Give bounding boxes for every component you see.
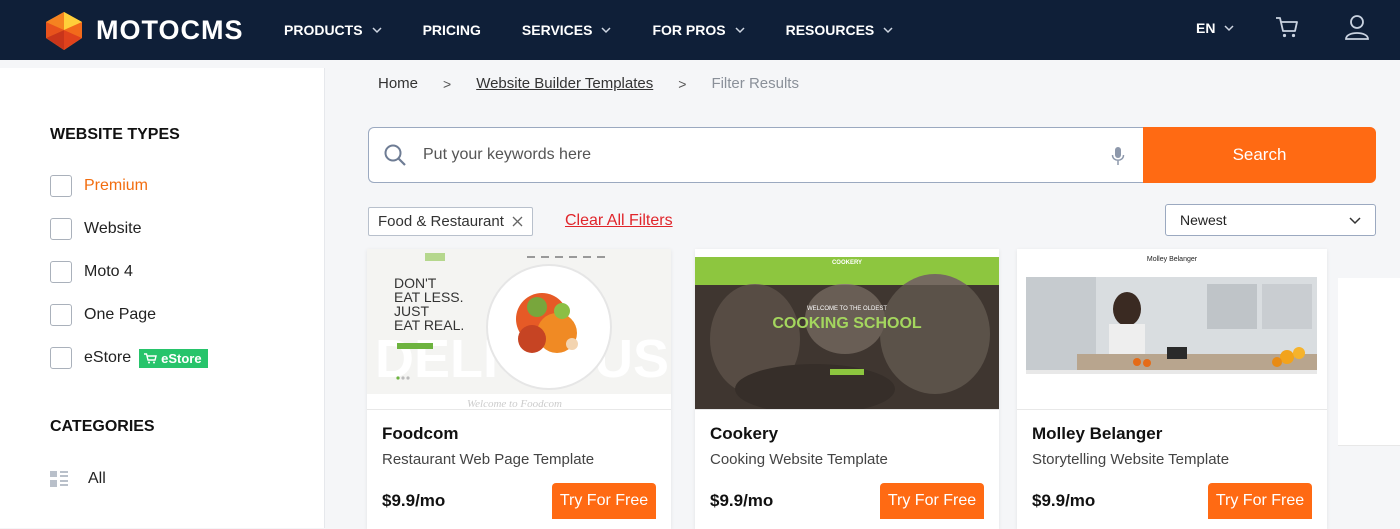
cart-icon [144, 352, 158, 363]
estore-badge: eStore [139, 348, 208, 368]
nav-resources[interactable]: RESOURCES [786, 22, 894, 38]
chevron-down-icon [883, 27, 893, 34]
template-thumbnail[interactable]: COOKERY WELCOME TO THE OLDEST COOKING SC… [695, 249, 999, 410]
checkbox[interactable] [50, 261, 72, 283]
filter-sidebar: WEBSITE TYPES Premium Website Moto 4 One… [0, 68, 325, 528]
search-input[interactable] [423, 146, 1063, 164]
chevron-down-icon [1224, 25, 1234, 32]
checkbox[interactable] [50, 175, 72, 197]
chevron-down-icon [601, 27, 611, 34]
cookery-brand: COOKERY [831, 260, 863, 266]
category-item-all[interactable]: All [50, 470, 106, 488]
chevron-down-icon [735, 27, 745, 34]
card-subtitle: Cooking Website Template [710, 451, 888, 468]
nav-products-label: PRODUCTS [284, 22, 363, 38]
card-title[interactable]: Molley Belanger [1032, 424, 1162, 444]
nav-resources-label: RESOURCES [785, 22, 875, 38]
try-for-free-button[interactable]: Try For Free [880, 483, 984, 519]
nav-products[interactable]: PRODUCTS [284, 22, 382, 38]
filter-chip-label: Food & Restaurant [378, 213, 504, 230]
motocms-logo-icon [46, 12, 82, 50]
molley-brand: Molley Belanger [1146, 256, 1198, 263]
search-field[interactable] [368, 127, 1143, 183]
cart-icon[interactable] [1274, 14, 1300, 40]
foodcom-headline: DON'T EAT LESS. JUST EAT REAL. [394, 275, 465, 333]
top-navbar: MOTOCMS PRODUCTS PRICING SERVICES FOR PR… [0, 0, 1400, 60]
logo[interactable]: MOTOCMS [42, 8, 244, 52]
grid-icon [50, 471, 68, 487]
categories-heading: CATEGORIES [50, 418, 155, 435]
chevron-right-icon: > [443, 75, 452, 92]
type-option-moto4[interactable]: Moto 4 [50, 261, 133, 283]
chevron-right-icon: > [678, 75, 687, 92]
card-price: $9.9/mo [710, 491, 774, 510]
nav-services[interactable]: SERVICES [522, 22, 612, 38]
language-selector[interactable]: EN [1196, 20, 1234, 36]
template-card[interactable]: DELICIOUS DON'T EAT LESS. JUST EAT REAL.… [367, 249, 671, 529]
nav-services-label: SERVICES [521, 22, 593, 38]
next-card-peek [1338, 278, 1400, 446]
microphone-icon[interactable] [1111, 146, 1125, 166]
try-for-free-button[interactable]: Try For Free [1208, 483, 1312, 519]
type-label: eStore [84, 349, 132, 366]
foodcom-footer-text: Welcome to Foodcom [467, 398, 562, 410]
breadcrumb-current: Filter Results [711, 75, 799, 92]
checkbox[interactable] [50, 347, 72, 369]
template-thumbnail[interactable]: Molley Belanger [1017, 249, 1327, 410]
breadcrumb-website-builder-templates[interactable]: Website Builder Templates [476, 75, 653, 92]
type-label: Moto 4 [84, 263, 133, 280]
type-option-one-page[interactable]: One Page [50, 304, 156, 326]
breadcrumb: Home > Website Builder Templates > Filte… [378, 75, 799, 92]
clear-all-filters-link[interactable]: Clear All Filters [565, 212, 673, 230]
type-option-premium[interactable]: Premium [50, 175, 148, 197]
chevron-down-icon [1349, 217, 1361, 225]
sort-select[interactable]: Newest [1165, 204, 1376, 236]
type-option-website[interactable]: Website [50, 218, 142, 240]
cookery-small-text: WELCOME TO THE OLDEST [806, 306, 887, 312]
search-icon [384, 144, 406, 166]
breadcrumb-home[interactable]: Home [378, 75, 418, 92]
checkbox[interactable] [50, 304, 72, 326]
search-button[interactable]: Search [1143, 127, 1376, 183]
category-label: All [88, 470, 106, 487]
type-label: One Page [84, 306, 157, 323]
type-option-estore[interactable]: eStore eStore [50, 347, 208, 369]
card-price: $9.9/mo [382, 491, 446, 510]
estore-badge-label: eStore [161, 350, 202, 366]
molley-belanger-preview-image [1017, 249, 1327, 409]
type-label: Website [84, 220, 142, 237]
language-label: EN [1196, 20, 1216, 36]
close-icon[interactable] [512, 216, 523, 227]
chevron-down-icon [372, 27, 382, 34]
template-card[interactable]: COOKERY WELCOME TO THE OLDEST COOKING SC… [695, 249, 999, 529]
try-for-free-button[interactable]: Try For Free [552, 483, 656, 519]
search-bar: Search [368, 127, 1376, 183]
card-title[interactable]: Cookery [710, 424, 778, 444]
card-title[interactable]: Foodcom [382, 424, 459, 444]
checkbox[interactable] [50, 218, 72, 240]
template-thumbnail[interactable]: DELICIOUS DON'T EAT LESS. JUST EAT REAL.… [367, 249, 671, 410]
logo-text: MOTOCMS [96, 14, 244, 45]
nav-for-pros-label: FOR PROS [652, 22, 726, 38]
nav-for-pros[interactable]: FOR PROS [652, 22, 745, 38]
main-nav: PRODUCTS PRICING SERVICES FOR PROS RESOU… [284, 0, 934, 60]
nav-pricing[interactable]: PRICING [423, 22, 481, 38]
sort-selected-value: Newest [1180, 212, 1227, 228]
type-label: Premium [84, 177, 149, 194]
card-subtitle: Storytelling Website Template [1032, 451, 1230, 468]
cookery-headline: COOKING SCHOOL [772, 315, 922, 332]
active-filter-chip[interactable]: Food & Restaurant [368, 207, 533, 236]
template-card[interactable]: Molley Belanger Molley Belanger Storytel… [1017, 249, 1327, 529]
website-types-heading: WEBSITE TYPES [50, 126, 180, 143]
card-price: $9.9/mo [1032, 491, 1096, 510]
user-icon[interactable] [1343, 13, 1371, 41]
nav-pricing-label: PRICING [422, 22, 481, 38]
card-subtitle: Restaurant Web Page Template [382, 451, 595, 468]
